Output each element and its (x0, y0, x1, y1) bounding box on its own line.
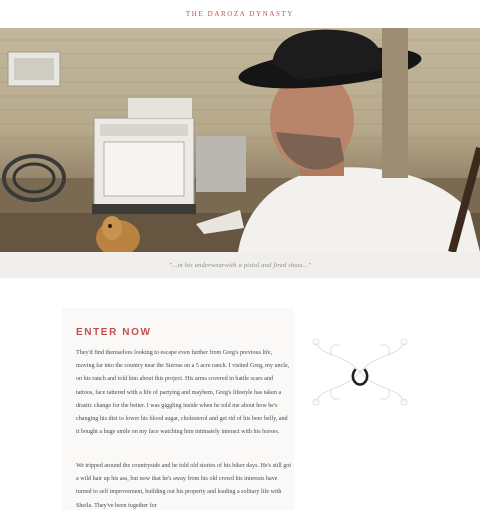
hero-caption-bar: "...in his underwearwith a pistol and fi… (0, 252, 480, 278)
section-title: ENTER NOW (76, 327, 152, 338)
hero-photo (0, 28, 480, 252)
article-paragraph-2: We tripped around the countryside and he… (76, 463, 292, 509)
site-title-link[interactable]: THE DaROZA DYNASTY (186, 10, 294, 18)
hero-caption: "...in his underwearwith a pistol and fi… (168, 261, 312, 269)
hero-photo-illustration (0, 28, 480, 252)
article-paragraph-1: They'd find themselves looking to escape… (76, 350, 290, 436)
horseshoe-icon (351, 368, 369, 386)
site-header: THE DaROZA DYNASTY (0, 0, 480, 28)
